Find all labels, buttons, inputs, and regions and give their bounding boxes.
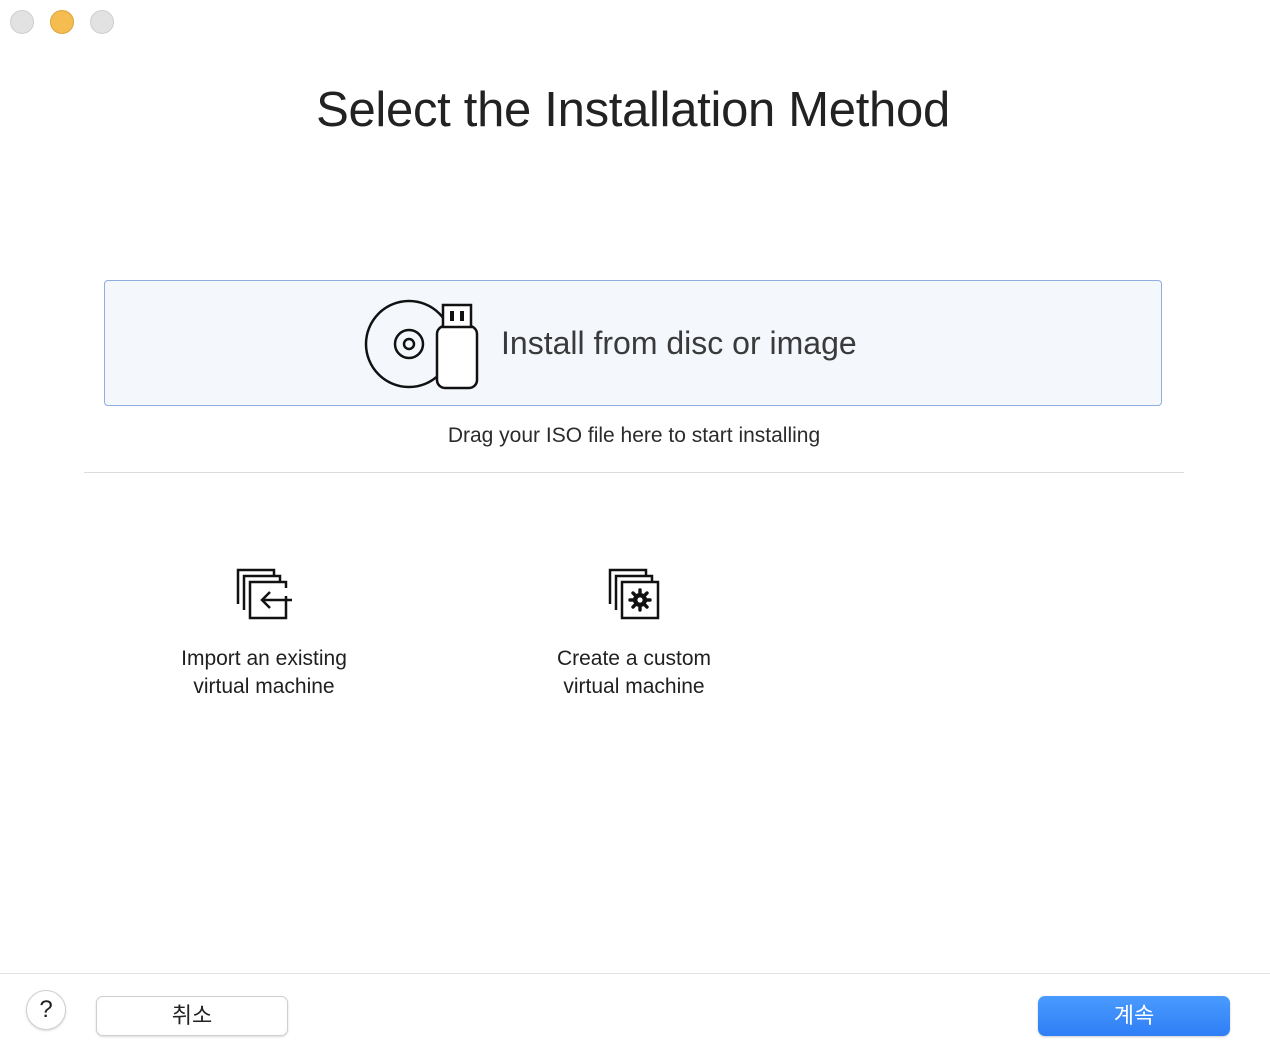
help-button[interactable]: ? <box>26 990 66 1030</box>
drag-hint-text: Drag your ISO file here to start install… <box>447 424 821 447</box>
import-vm-label-line2: virtual machine <box>193 675 335 698</box>
install-from-disc-option[interactable]: Install from disc or image <box>104 280 1162 406</box>
custom-vm-icon <box>504 566 764 627</box>
custom-vm-option[interactable]: Create a custom virtual machine <box>504 566 764 701</box>
import-vm-option[interactable]: Import an existing virtual machine <box>134 566 394 701</box>
custom-vm-label-line1: Create a custom <box>556 647 712 670</box>
custom-vm-label-line2: virtual machine <box>563 675 705 698</box>
disc-usb-icon <box>363 295 483 396</box>
continue-button[interactable]: 계속 <box>1038 996 1230 1036</box>
section-divider <box>84 472 1184 473</box>
zoom-window-button[interactable] <box>90 10 114 34</box>
import-vm-label-line1: Import an existing <box>181 647 347 670</box>
install-option-label: Install from disc or image <box>501 325 857 361</box>
import-vm-icon <box>134 566 394 627</box>
window-controls <box>10 10 114 34</box>
page-title: Select the Installation Method <box>316 83 950 137</box>
cancel-button[interactable]: 취소 <box>96 996 288 1036</box>
minimize-window-button[interactable] <box>50 10 74 34</box>
close-window-button[interactable] <box>10 10 34 34</box>
footer-divider <box>0 973 1270 974</box>
